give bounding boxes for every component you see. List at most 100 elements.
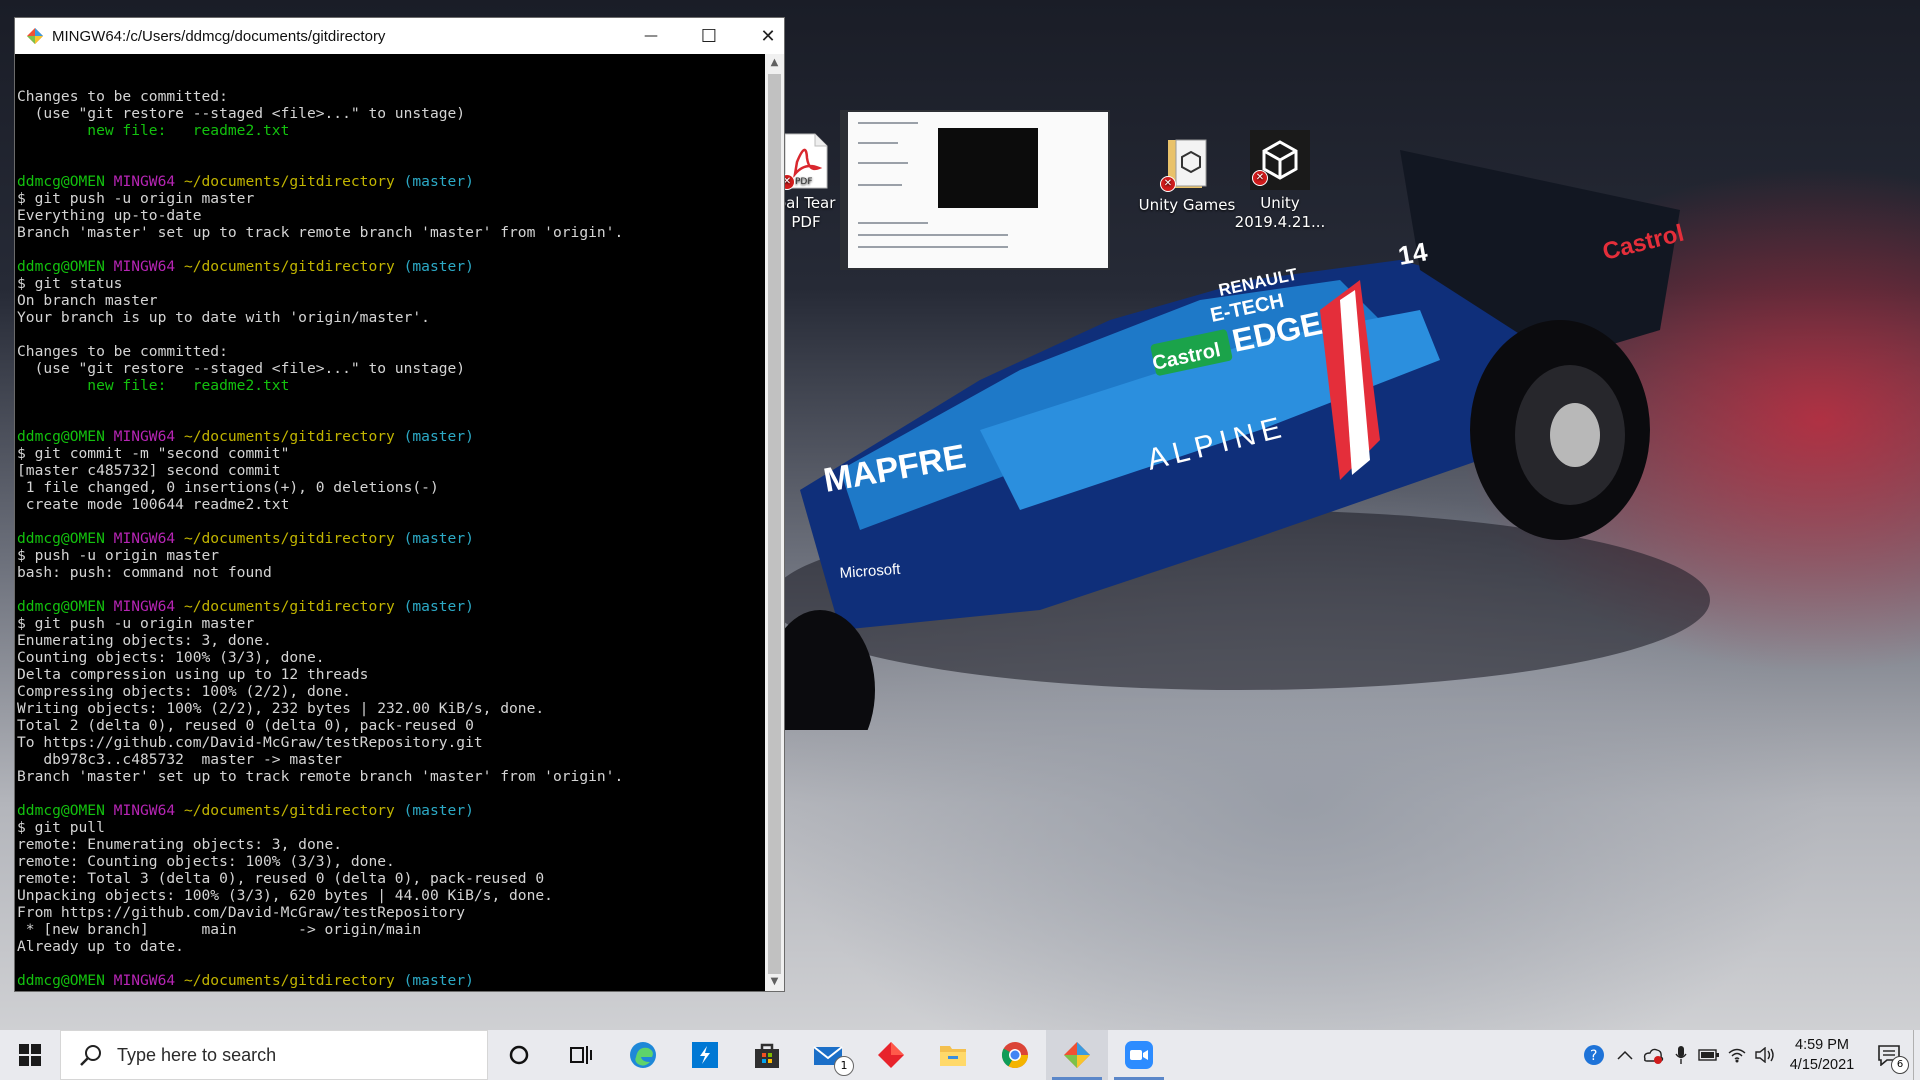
terminal-text-segment: ddmcg@OMEN bbox=[17, 972, 114, 989]
action-center-button[interactable]: 6 bbox=[1865, 1030, 1913, 1080]
terminal-text-segment: MINGW64 bbox=[113, 972, 184, 989]
terminal-line: create mode 100644 readme2.txt bbox=[17, 496, 765, 513]
terminal-line: (use "git restore --staged <file>..." to… bbox=[17, 360, 765, 377]
terminal-line: Branch 'master' set up to track remote b… bbox=[17, 224, 765, 241]
notification-count-badge: 6 bbox=[1891, 1056, 1909, 1074]
taskbar-search-box[interactable]: Type here to search bbox=[60, 1030, 488, 1080]
terminal-text-segment: (master) bbox=[394, 972, 474, 989]
terminal-line: 1 file changed, 0 insertions(+), 0 delet… bbox=[17, 479, 765, 496]
microphone-icon[interactable] bbox=[1667, 1030, 1695, 1080]
powershell-icon bbox=[692, 1042, 718, 1068]
git-bash-icon bbox=[1064, 1042, 1090, 1068]
clock-time: 4:59 PM bbox=[1795, 1037, 1849, 1053]
terminal-text-segment: (use "git restore --staged <file>..." to… bbox=[17, 105, 466, 122]
desktop-icon-unity-games[interactable]: ✕ Unity Games bbox=[1137, 134, 1237, 215]
zoom-video-icon bbox=[1125, 1041, 1153, 1069]
maximize-button[interactable]: ☐ bbox=[680, 18, 738, 54]
pdf-file-icon: PDF ✕ bbox=[779, 132, 829, 190]
terminal-text-segment: $ bbox=[17, 989, 35, 991]
desktop-icon-unity[interactable]: ✕ Unity 2019.4.21... bbox=[1230, 130, 1330, 232]
taskbar-edge[interactable] bbox=[612, 1030, 674, 1080]
terminal-text-segment: $ push -u origin master bbox=[17, 547, 220, 564]
taskbar-red-app[interactable] bbox=[860, 1030, 922, 1080]
terminal-line: remote: Counting objects: 100% (3/3), do… bbox=[17, 853, 765, 870]
terminal-line: new file: readme2.txt bbox=[17, 122, 765, 139]
terminal-text-segment: Branch 'master' set up to track remote b… bbox=[17, 768, 624, 785]
git-bash-window[interactable]: MINGW64:/c/Users/ddmcg/documents/gitdire… bbox=[14, 17, 785, 992]
taskbar-window-preview-thumbnail[interactable] bbox=[840, 110, 1110, 270]
taskbar: Type here to search 1 ? 4:59 PM 4/15/202… bbox=[0, 1030, 1920, 1080]
volume-icon[interactable] bbox=[1751, 1030, 1779, 1080]
terminal-line: Total 2 (delta 0), reused 0 (delta 0), p… bbox=[17, 717, 765, 734]
terminal-line: From https://github.com/David-McGraw/tes… bbox=[17, 904, 765, 921]
terminal-text-segment: (master) bbox=[394, 428, 474, 445]
terminal-line: Counting objects: 100% (3/3), done. bbox=[17, 649, 765, 666]
taskbar-clock[interactable]: 4:59 PM 4/15/2021 bbox=[1779, 1035, 1865, 1075]
taskbar-file-explorer[interactable] bbox=[922, 1030, 984, 1080]
terminal-line: Writing objects: 100% (2/2), 232 bytes |… bbox=[17, 700, 765, 717]
terminal-line: ddmcg@OMEN MINGW64 ~/documents/gitdirect… bbox=[17, 258, 765, 275]
taskbar-mail[interactable]: 1 bbox=[798, 1030, 860, 1080]
scroll-up-arrow-icon[interactable]: ▲ bbox=[765, 54, 784, 72]
minimize-button[interactable]: — bbox=[622, 18, 680, 54]
show-hidden-icons-chevron-up-icon[interactable] bbox=[1611, 1030, 1639, 1080]
terminal-line: Unpacking objects: 100% (3/3), 620 bytes… bbox=[17, 887, 765, 904]
terminal-scrollbar[interactable]: ▲ ▼ bbox=[765, 54, 784, 991]
cortana-button[interactable] bbox=[488, 1030, 550, 1080]
terminal-text-segment: MINGW64 bbox=[113, 598, 184, 615]
show-desktop-button[interactable] bbox=[1913, 1030, 1920, 1080]
terminal-text-segment: ~/documents/gitdirectory bbox=[183, 173, 395, 190]
chrome-browser-icon bbox=[1001, 1042, 1029, 1069]
terminal-line: [master c485732] second commit bbox=[17, 462, 765, 479]
terminal-line: remote: Enumerating objects: 3, done. bbox=[17, 836, 765, 853]
taskbar-zoom[interactable] bbox=[1108, 1030, 1170, 1080]
terminal-text-segment: (master) bbox=[394, 173, 474, 190]
terminal-line: Your branch is up to date with 'origin/m… bbox=[17, 309, 765, 326]
battery-icon[interactable] bbox=[1695, 1030, 1723, 1080]
terminal-line: ddmcg@OMEN MINGW64 ~/documents/gitdirect… bbox=[17, 530, 765, 547]
help-icon[interactable]: ? bbox=[1577, 1030, 1611, 1080]
taskbar-powershell[interactable] bbox=[674, 1030, 736, 1080]
error-badge-icon: ✕ bbox=[1252, 170, 1268, 186]
onedrive-error-icon[interactable] bbox=[1639, 1030, 1667, 1080]
taskbar-chrome[interactable] bbox=[984, 1030, 1046, 1080]
terminal-text-segment: ~/documents/gitdirectory bbox=[183, 972, 395, 989]
terminal-text-segment: ddmcg@OMEN bbox=[17, 258, 114, 275]
wifi-icon[interactable] bbox=[1723, 1030, 1751, 1080]
terminal-text-segment: ddmcg@OMEN bbox=[17, 428, 114, 445]
taskbar-store[interactable] bbox=[736, 1030, 798, 1080]
terminal-line: ddmcg@OMEN MINGW64 ~/documents/gitdirect… bbox=[17, 802, 765, 819]
terminal-line: db978c3..c485732 master -> master bbox=[17, 751, 765, 768]
folder-icon bbox=[940, 1046, 966, 1066]
window-title: MINGW64:/c/Users/ddmcg/documents/gitdire… bbox=[52, 27, 386, 45]
svg-text:?: ? bbox=[1590, 1048, 1597, 1064]
car-number-text: 14 bbox=[1396, 236, 1430, 271]
terminal-text-segment: ddmcg@OMEN bbox=[17, 598, 114, 615]
scroll-down-arrow-icon[interactable]: ▼ bbox=[765, 973, 784, 991]
terminal-text-segment: db978c3..c485732 master -> master bbox=[17, 751, 343, 768]
taskbar-git-bash[interactable] bbox=[1046, 1030, 1108, 1080]
edge-browser-icon bbox=[630, 1042, 656, 1068]
window-titlebar[interactable]: MINGW64:/c/Users/ddmcg/documents/gitdire… bbox=[15, 18, 784, 54]
terminal-line: ddmcg@OMEN MINGW64 ~/documents/gitdirect… bbox=[17, 598, 765, 615]
unity-icon: ✕ bbox=[1250, 130, 1310, 190]
scrollbar-thumb[interactable] bbox=[768, 74, 781, 974]
terminal-text-segment: ~/documents/gitdirectory bbox=[183, 598, 395, 615]
search-icon bbox=[79, 1043, 103, 1067]
terminal-text-segment: $ git status bbox=[17, 275, 123, 292]
terminal-text-segment: Changes to be committed: bbox=[17, 343, 228, 360]
terminal-line: remote: Total 3 (delta 0), reused 0 (del… bbox=[17, 870, 765, 887]
task-view-button[interactable] bbox=[550, 1030, 612, 1080]
terminal-text-segment: (master) bbox=[394, 598, 474, 615]
error-badge-icon: ✕ bbox=[1160, 176, 1176, 192]
terminal-text-segment: remote: Total 3 (delta 0), reused 0 (del… bbox=[17, 870, 545, 887]
terminal-output[interactable]: Changes to be committed: (use "git resto… bbox=[15, 54, 765, 991]
terminal-line: Compressing objects: 100% (2/2), done. bbox=[17, 683, 765, 700]
terminal-text-segment: Enumerating objects: 3, done. bbox=[17, 632, 272, 649]
terminal-line: Branch 'master' set up to track remote b… bbox=[17, 768, 765, 785]
start-button[interactable] bbox=[0, 1030, 60, 1080]
close-button[interactable]: ✕ bbox=[739, 18, 797, 54]
terminal-text-segment: Already up to date. bbox=[17, 938, 184, 955]
